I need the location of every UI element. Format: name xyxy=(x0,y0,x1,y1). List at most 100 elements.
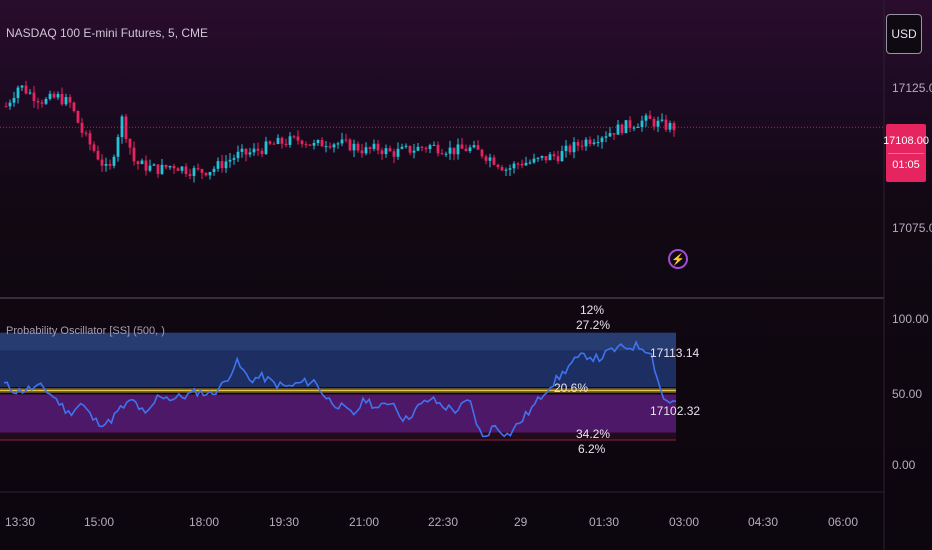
price-scale-label-top: 17125.00 xyxy=(892,81,932,95)
bottom-percent-2: 6.2% xyxy=(578,442,606,456)
candle-body xyxy=(632,127,636,129)
candle-body xyxy=(648,115,652,119)
candle-body xyxy=(76,111,80,123)
candle-body xyxy=(604,136,608,138)
indicator-title: Probability Oscillator [SS] (500, ) xyxy=(6,325,165,337)
candle-body xyxy=(52,93,56,98)
candle-body xyxy=(664,119,668,130)
candle-body xyxy=(104,164,108,166)
candle-body xyxy=(68,97,72,103)
candle-body xyxy=(620,124,624,134)
candle-body xyxy=(360,150,364,154)
candle-body xyxy=(80,122,84,133)
candle-body xyxy=(536,157,540,159)
candle-body xyxy=(164,164,168,168)
candle-body xyxy=(540,156,544,158)
candle-body xyxy=(404,145,408,147)
candle-body xyxy=(204,172,208,176)
osc-scale-100: 100.00 xyxy=(892,312,929,326)
candle-body xyxy=(612,133,616,135)
candle-body xyxy=(60,93,64,105)
candle-body xyxy=(136,161,140,165)
time-label-0: 13:30 xyxy=(5,515,36,529)
bar-countdown: 01:05 xyxy=(892,158,920,171)
candle-body xyxy=(472,145,476,148)
candle-body xyxy=(156,164,160,174)
time-label-6: 29 xyxy=(514,515,528,529)
time-label-10: 06:00 xyxy=(828,515,859,529)
candle-body xyxy=(284,143,288,145)
candle-body xyxy=(660,119,664,121)
candle-body xyxy=(396,148,400,157)
candle-body xyxy=(592,142,596,144)
candle-body xyxy=(352,143,356,151)
candle-body xyxy=(88,133,92,145)
candle-body xyxy=(260,150,264,154)
candle-body xyxy=(464,148,468,152)
chart-canvas[interactable] xyxy=(0,0,932,550)
lightning-icon[interactable]: ⚡ xyxy=(668,249,688,269)
candle-body xyxy=(256,148,260,151)
currency-button[interactable]: USD xyxy=(886,14,922,54)
candle-body xyxy=(652,118,656,127)
upper-price-label: 17113.14 xyxy=(650,346,700,360)
candle-body xyxy=(672,123,676,131)
candle-body xyxy=(544,156,548,161)
top-percent-1: 12% xyxy=(580,303,605,317)
candle-body xyxy=(644,115,648,121)
candle-body xyxy=(344,139,348,141)
candle-body xyxy=(384,148,388,155)
candle-body xyxy=(128,138,132,148)
candle-body xyxy=(516,163,520,165)
candle-body xyxy=(628,120,632,128)
candle-body xyxy=(272,143,276,145)
bottom-percent-1: 34.2% xyxy=(576,427,611,441)
candle-body xyxy=(392,151,396,157)
candle-body xyxy=(212,168,216,173)
candle-body xyxy=(456,144,460,155)
candle-body xyxy=(192,168,196,176)
candle-body xyxy=(520,163,524,166)
candle-body xyxy=(224,161,228,169)
time-label-4: 21:00 xyxy=(349,515,380,529)
candle-body xyxy=(44,98,48,104)
candle-body xyxy=(188,174,192,176)
candle-body xyxy=(244,148,248,155)
last-price-value: 17108.00 xyxy=(883,134,929,147)
candle-body xyxy=(416,146,420,151)
candle-body xyxy=(64,97,68,105)
candle-body xyxy=(172,165,176,169)
candle-body xyxy=(596,142,600,144)
candle-body xyxy=(436,144,440,154)
candle-body xyxy=(216,161,220,169)
candle-body xyxy=(200,169,204,173)
candle-body xyxy=(572,142,576,153)
candle-body xyxy=(232,158,236,160)
candle-body xyxy=(528,162,532,164)
candle-body xyxy=(348,139,352,151)
candle-body xyxy=(316,139,320,144)
candle-body xyxy=(264,141,268,154)
candle-body xyxy=(424,147,428,149)
candle-body xyxy=(332,144,336,148)
candle-body xyxy=(236,151,240,159)
candle-body xyxy=(552,154,556,157)
candle-body xyxy=(500,167,504,171)
last-price-tag: 17108.00 01:05 xyxy=(883,124,929,182)
candle-body xyxy=(512,163,516,169)
candle-body xyxy=(248,152,252,155)
candle-body xyxy=(160,164,164,174)
candle-body xyxy=(600,137,604,143)
candle-body xyxy=(144,160,148,171)
candle-body xyxy=(140,160,144,165)
candle-body xyxy=(484,156,488,161)
candle-body xyxy=(252,148,256,153)
candle-body xyxy=(100,159,104,166)
candle-body xyxy=(368,147,372,149)
candle-body xyxy=(376,143,380,151)
mid-percent: 20.6% xyxy=(554,381,589,395)
candle-body xyxy=(504,169,508,171)
candle-body xyxy=(584,139,588,147)
candle-body xyxy=(300,140,304,145)
candle-body xyxy=(524,162,528,166)
